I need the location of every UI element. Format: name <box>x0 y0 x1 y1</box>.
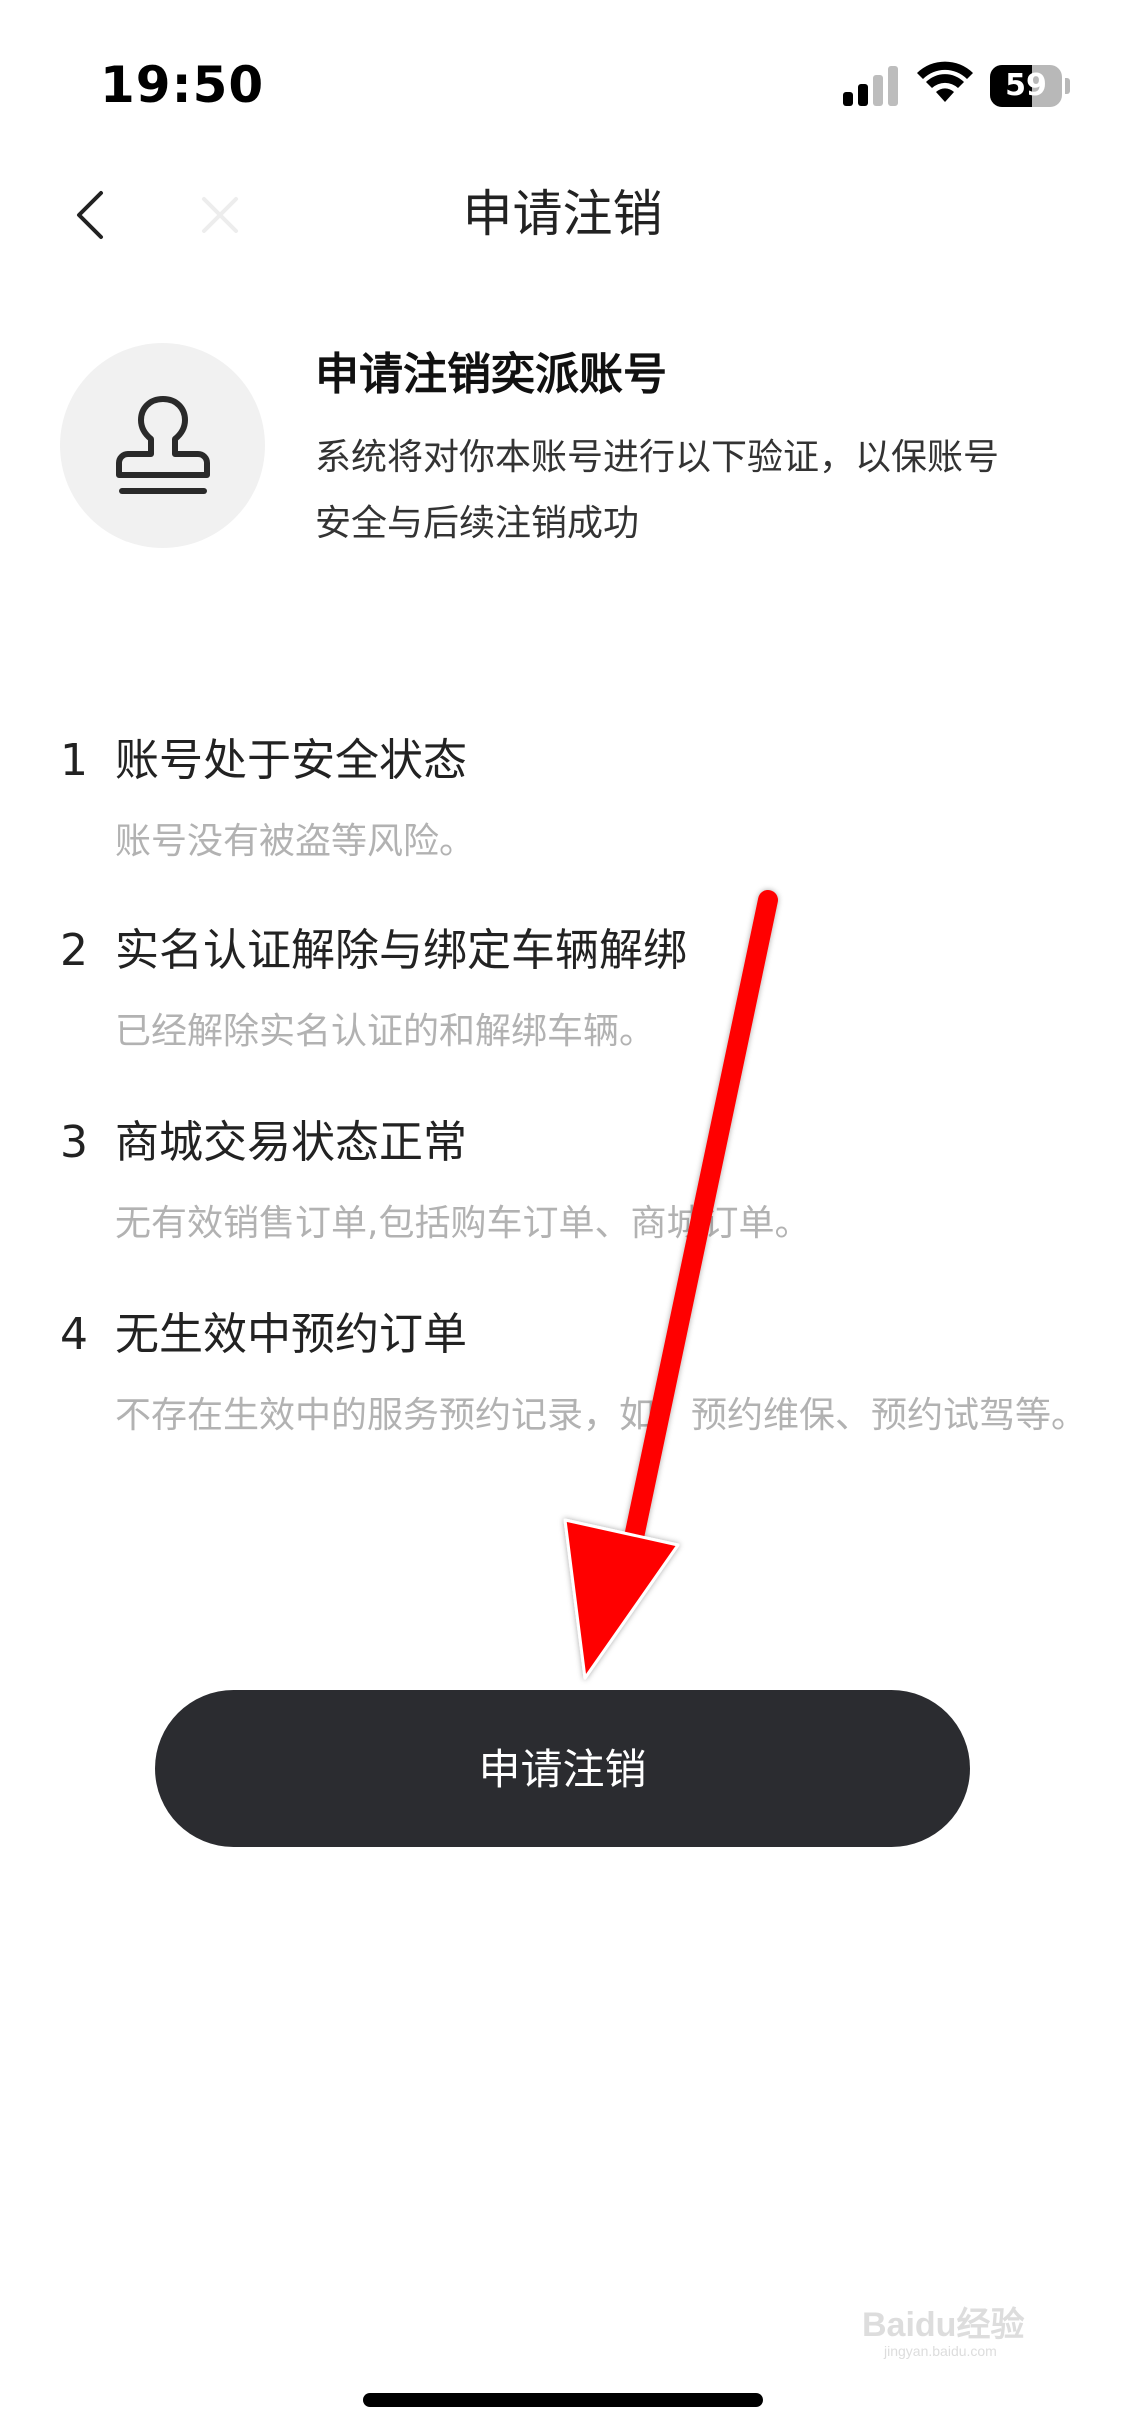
wifi-icon <box>917 61 973 102</box>
svg-text:jingyan.baidu.com: jingyan.baidu.com <box>883 2343 997 2359</box>
home-indicator[interactable] <box>363 2393 763 2407</box>
stamp-icon <box>115 395 210 494</box>
item-number: 1 <box>60 735 88 786</box>
battery-icon: 59 <box>990 65 1070 107</box>
battery-level: 59 <box>1005 68 1047 103</box>
item-title: 账号处于安全状态 <box>115 735 467 786</box>
svg-text:Baidu经验: Baidu经验 <box>862 2305 1024 2344</box>
item-number: 2 <box>60 925 88 976</box>
header-title: 申请注销奕派账号 <box>315 349 667 400</box>
apply-cancellation-button[interactable]: 申请注销 <box>155 1690 970 1847</box>
status-bar: 19:50 59 <box>0 0 1125 170</box>
item-title: 商城交易状态正常 <box>115 1117 467 1168</box>
item-description: 已经解除实名认证的和解绑车辆。 <box>115 1011 656 1052</box>
page-title: 申请注销 <box>462 185 663 243</box>
item-number: 3 <box>60 1117 88 1168</box>
item-number: 4 <box>60 1309 88 1360</box>
item-description: 不存在生效中的服务预约记录，如：预约维保、预约试驾等。 <box>115 1395 1088 1436</box>
item-description: 账号没有被盗等风险。 <box>115 821 476 862</box>
header-description: 系统将对你本账号进行以下验证，以保账号安全与后续注销成功 <box>315 437 1000 544</box>
avatar <box>60 343 265 548</box>
item-description: 无有效销售订单,包括购车订单、商城订单。 <box>115 1203 811 1244</box>
item-title: 实名认证解除与绑定车辆解绑 <box>115 925 687 976</box>
baidu-watermark: Baidu经验 jingyan.baidu.com <box>862 2305 1024 2359</box>
status-time: 19:50 <box>100 56 265 114</box>
signal-icon <box>843 66 898 106</box>
item-title: 无生效中预约订单 <box>115 1309 467 1360</box>
